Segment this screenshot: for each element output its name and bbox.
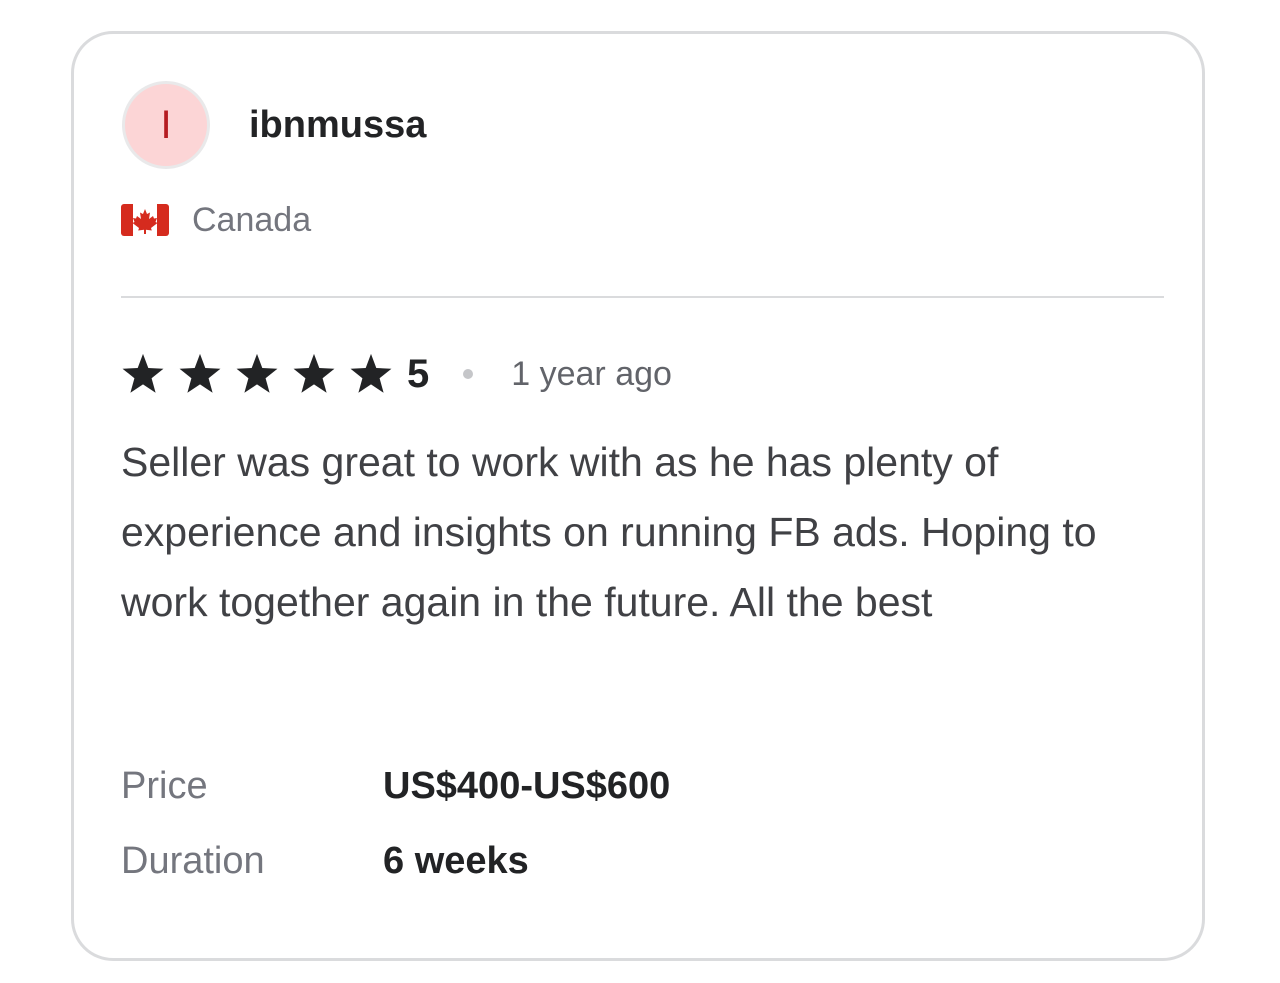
reviewer-country: Canada xyxy=(121,197,311,243)
avatar[interactable]: I xyxy=(122,81,210,169)
star-icon xyxy=(350,353,392,393)
avatar-initial: I xyxy=(160,103,172,147)
star-icon xyxy=(293,353,335,393)
price-value: US$400-US$600 xyxy=(383,765,671,807)
reviewer-username[interactable]: ibnmussa xyxy=(249,102,426,148)
divider xyxy=(121,296,1164,298)
separator-dot xyxy=(463,369,474,379)
rating-row: 5 1 year ago xyxy=(121,346,672,402)
star-icon xyxy=(179,353,221,393)
duration-value: 6 weeks xyxy=(383,840,529,882)
duration-row: Duration 6 weeks xyxy=(121,835,529,887)
star-icon xyxy=(122,353,164,393)
review-text: Seller was great to work with as he has … xyxy=(121,439,1097,625)
country-name: Canada xyxy=(192,201,312,239)
star-rating xyxy=(121,353,393,395)
review-time: 1 year ago xyxy=(511,355,672,393)
price-row: Price US$400-US$600 xyxy=(121,760,670,812)
star-icon xyxy=(236,353,278,393)
duration-label: Duration xyxy=(121,840,265,882)
price-label: Price xyxy=(121,765,208,807)
review-card: I ibnmussa Canada 5 1 year ago Seller wa… xyxy=(71,31,1205,961)
rating-value: 5 xyxy=(407,352,430,396)
canada-flag-icon xyxy=(121,204,169,236)
